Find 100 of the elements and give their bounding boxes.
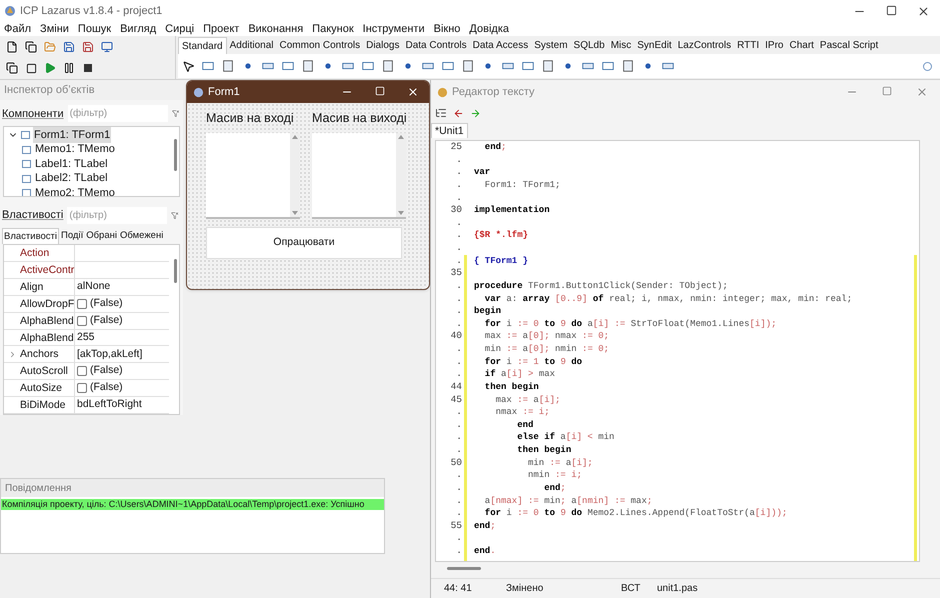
property-value[interactable]: bdLeftToRight	[77, 397, 142, 413]
component-icon[interactable]	[461, 59, 475, 73]
line-number: .	[456, 406, 462, 419]
component-icon[interactable]	[201, 59, 215, 73]
palette-tab[interactable]: Dialogs	[363, 37, 402, 54]
property-name[interactable]: Align	[20, 278, 75, 295]
palette-tab[interactable]: LazControls	[674, 37, 734, 54]
palette-tab[interactable]: Additional	[226, 37, 277, 54]
clear-filter-icon[interactable]	[172, 108, 179, 120]
checkbox[interactable]	[77, 298, 87, 309]
line-number: .	[456, 305, 462, 318]
property-value[interactable]: (False)	[90, 380, 123, 396]
palette-tab[interactable]: SQLdb	[570, 37, 608, 54]
component-icon[interactable]	[521, 59, 535, 73]
property-value[interactable]: 255	[77, 330, 95, 346]
menu-item[interactable]: Пошук	[78, 20, 112, 38]
property-value[interactable]: (False)	[90, 312, 123, 328]
clear-filter-icon[interactable]	[171, 210, 179, 221]
window-title: Form1	[208, 84, 240, 100]
tree-item[interactable]: Memo1: TMemo	[34, 141, 116, 158]
checkbox[interactable]	[77, 366, 87, 376]
code-line: else if a[i] < min	[516, 431, 616, 444]
close-icon[interactable]	[917, 4, 930, 18]
property-value[interactable]: alNone	[77, 278, 110, 295]
property-name[interactable]: AlphaBlend	[20, 330, 75, 346]
scrollbar-thumb[interactable]	[447, 566, 481, 570]
component-icon[interactable]	[361, 59, 375, 73]
new-form-icon[interactable]	[23, 38, 39, 55]
pointer-icon[interactable]	[182, 60, 195, 72]
filter-field[interactable]: (фільтр)	[67, 206, 168, 224]
component-icon[interactable]	[621, 59, 635, 73]
inspector-tab[interactable]: Події	[60, 228, 84, 244]
inspector-tab[interactable]: Обрані	[85, 228, 118, 244]
palette-tab[interactable]: SynEdit	[634, 37, 675, 54]
component-icon[interactable]	[541, 59, 555, 73]
property-name[interactable]: AlphaBlend	[20, 312, 75, 329]
component-icon[interactable]	[221, 59, 235, 73]
palette-tab[interactable]: RTTI	[734, 37, 762, 54]
component-icon[interactable]	[281, 59, 295, 73]
line-number: 30	[450, 204, 462, 217]
property-name[interactable]: AutoSize	[20, 380, 75, 396]
palette-tab[interactable]: Data Access	[470, 37, 532, 54]
tree-item[interactable]: Memo2: TMemo	[34, 184, 116, 196]
menu-item[interactable]: Проект	[203, 20, 240, 38]
maximize-icon[interactable]	[886, 4, 897, 16]
back-icon[interactable]	[453, 108, 464, 118]
menu-item[interactable]: Пакунок	[312, 20, 354, 38]
palette-tab[interactable]: Standard	[178, 37, 227, 54]
scrollbar-thumb[interactable]	[174, 259, 177, 284]
app-logo-icon	[4, 5, 16, 17]
palette-tab[interactable]: Misc	[608, 37, 634, 54]
menu-item[interactable]: Вікно	[434, 20, 460, 38]
menu-item[interactable]: Виконання	[248, 20, 304, 38]
jump-list-icon[interactable]	[435, 107, 447, 119]
property-name[interactable]: AutoScroll	[20, 363, 75, 380]
close-icon[interactable]	[407, 86, 419, 98]
checkbox[interactable]	[77, 383, 87, 394]
menu-item[interactable]: Довідка	[469, 20, 509, 38]
menu-item[interactable]: Сирці	[165, 20, 194, 38]
checkbox[interactable]	[77, 316, 87, 326]
inspector-tab[interactable]: Обмежені	[118, 228, 164, 244]
scrollbar-thumb[interactable]	[174, 138, 177, 171]
component-icon[interactable]	[441, 59, 455, 73]
tree-item[interactable]: Form1: TForm1	[33, 126, 112, 144]
code-line: var	[474, 166, 492, 179]
line-number: 55	[450, 520, 462, 532]
filter-field[interactable]: (фільтр)	[68, 105, 168, 122]
property-name[interactable]: BiDiMode	[20, 397, 75, 413]
component-icon[interactable]	[381, 59, 395, 73]
tree-item[interactable]: Label1: TLabel	[34, 156, 109, 172]
inspector-tab[interactable]: Властивості	[2, 228, 60, 244]
palette-tab[interactable]: Data Controls	[402, 37, 470, 54]
palette-tab[interactable]: Pascal Script	[816, 37, 882, 54]
forward-icon[interactable]	[470, 108, 481, 118]
window-title: Редактор тексту	[452, 84, 535, 100]
line-number: 50	[450, 456, 462, 470]
palette-tab[interactable]: Common Controls	[276, 37, 364, 54]
property-name[interactable]: ActiveContr	[20, 262, 75, 278]
property-name[interactable]: Anchors	[20, 346, 75, 362]
component-icon[interactable]	[301, 59, 315, 73]
menu-item[interactable]: Інструменти	[362, 20, 425, 38]
process-button[interactable]: Опрацювати	[206, 226, 402, 259]
palette-tab[interactable]: Chart	[786, 37, 817, 54]
palette-tab[interactable]: IPro	[762, 37, 786, 54]
line-number: .	[456, 216, 462, 230]
palette-tab[interactable]: System	[531, 37, 571, 54]
line-number: .	[456, 343, 462, 356]
property-value[interactable]: [akTop,akLeft]	[77, 346, 142, 362]
editor-tab[interactable]: *Unit1	[431, 123, 468, 138]
component-icon[interactable]	[601, 59, 615, 73]
scroll-icon[interactable]	[923, 62, 932, 70]
menu-item[interactable]: Вигляд	[120, 20, 156, 38]
copy-icon[interactable]	[4, 60, 20, 76]
property-value[interactable]: (False)	[90, 296, 123, 312]
tree-item[interactable]: Label2: TLabel	[34, 170, 109, 187]
property-name[interactable]: Action	[20, 245, 75, 261]
property-value[interactable]: (False)	[90, 363, 123, 380]
menu-item[interactable]: Файл	[4, 20, 32, 38]
property-name[interactable]: AllowDropF	[20, 296, 75, 312]
menu-item[interactable]: Зміни	[40, 20, 69, 38]
